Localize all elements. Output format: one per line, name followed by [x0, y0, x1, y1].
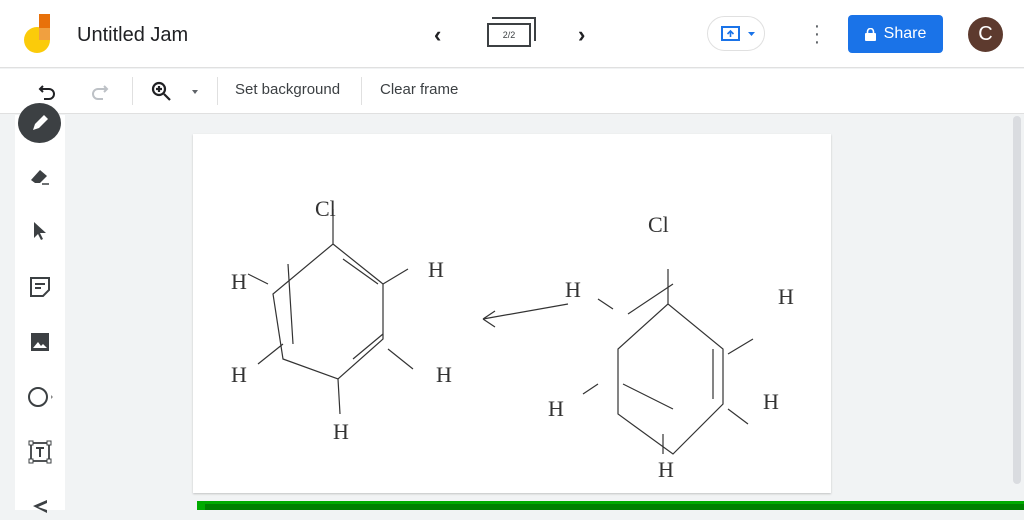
hydrogen-label: H	[231, 362, 247, 387]
shape-tool[interactable]	[25, 382, 55, 412]
chlorine-label-left: Cl	[315, 196, 336, 221]
set-background-button[interactable]: Set background	[235, 81, 340, 98]
zoom-dropdown-icon[interactable]	[191, 89, 199, 95]
hydrogen-label: H	[778, 284, 794, 309]
toolbar: Set background Clear frame	[0, 69, 1024, 114]
app-header: Untitled Jam ‹ 2/2 › · · · Share C	[0, 0, 1024, 68]
eraser-tool[interactable]	[25, 161, 55, 191]
chemistry-drawing: Cl Cl H H H H H H H H H H	[231, 196, 794, 482]
more-options-icon[interactable]: · · ·	[812, 16, 822, 52]
text-box-tool[interactable]	[25, 437, 55, 467]
hydrogen-label: H	[548, 396, 564, 421]
jamboard-logo-icon	[24, 14, 50, 53]
clear-frame-button[interactable]: Clear frame	[380, 81, 458, 98]
vertical-scrollbar[interactable]	[1013, 116, 1021, 484]
hydrogen-label: H	[428, 257, 444, 282]
pen-icon	[32, 115, 48, 130]
avatar[interactable]: C	[968, 17, 1003, 52]
hydrogen-label: H	[436, 362, 452, 387]
frame-indicator: 2/2	[487, 23, 531, 47]
undo-icon[interactable]	[38, 82, 58, 102]
select-icon	[34, 222, 46, 240]
eraser-icon	[31, 170, 49, 185]
jam-frame-canvas[interactable]: Cl Cl H H H H H H H H H H	[193, 134, 831, 493]
image-tool[interactable]	[25, 327, 55, 357]
hydrogen-label: H	[333, 419, 349, 444]
laser-icon	[33, 500, 47, 513]
select-tool[interactable]	[25, 216, 55, 246]
sticky-note-tool[interactable]	[25, 272, 55, 302]
redo-icon[interactable]	[89, 82, 109, 102]
document-title[interactable]: Untitled Jam	[77, 24, 188, 47]
hydrogen-label: H	[565, 277, 581, 302]
circle-icon	[28, 387, 53, 407]
next-frame-button[interactable]: ›	[578, 22, 585, 48]
chlorine-label-right: Cl	[648, 212, 669, 237]
hydrogen-label: H	[763, 389, 779, 414]
present-button[interactable]	[707, 16, 765, 51]
sticky-note-icon	[30, 277, 50, 297]
image-icon	[31, 333, 49, 351]
share-button[interactable]: Share	[848, 15, 943, 53]
zoom-icon[interactable]	[151, 81, 173, 103]
hydrogen-label: H	[658, 457, 674, 482]
share-label: Share	[883, 25, 927, 42]
laser-tool[interactable]	[25, 490, 55, 520]
present-icon	[721, 26, 755, 41]
pen-tool[interactable]	[18, 103, 61, 143]
tool-rail	[15, 103, 65, 513]
hydrogen-label: H	[231, 269, 247, 294]
previous-frame-button[interactable]: ‹	[434, 22, 441, 48]
progress-bar-fill	[205, 504, 1024, 510]
frame-bar-toggle[interactable]: 2/2	[487, 17, 537, 53]
text-box-icon	[28, 440, 52, 464]
lock-icon	[864, 27, 876, 41]
